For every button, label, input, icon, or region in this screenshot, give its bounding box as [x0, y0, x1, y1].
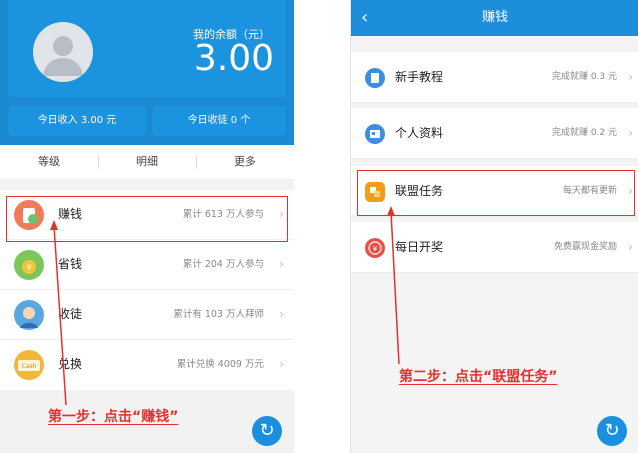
- step-one-annotation: 第一步：点击“赚钱”: [48, 409, 179, 425]
- refresh-button[interactable]: ↻: [252, 416, 282, 446]
- step-two-annotation: 第二步：点击“联盟任务”: [399, 369, 558, 385]
- annotation-arrow: [50, 220, 67, 406]
- left-screen: 我的余额（元） 3.00 今日收入 3.00 元 今日收徒 0 个 等级 明细 …: [0, 0, 294, 453]
- refresh-icon: ↻: [259, 420, 275, 441]
- refresh-icon: ↻: [604, 420, 620, 441]
- right-screen: ‹ 赚钱 新手教程 完成就赚 0.3 元 › 个人资料 完成就赚 0.2 元 ›…: [350, 0, 638, 453]
- refresh-button[interactable]: ↻: [597, 416, 627, 446]
